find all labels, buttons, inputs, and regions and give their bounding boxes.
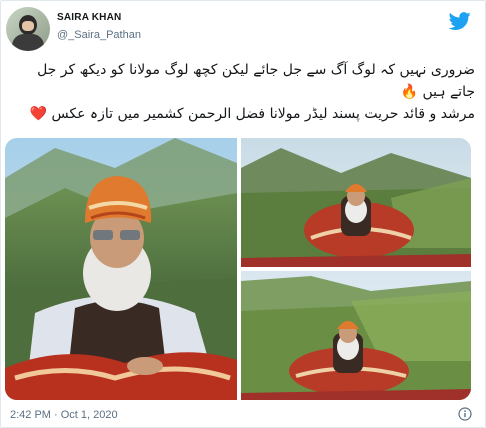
photo-top-right[interactable] (241, 138, 471, 267)
tweet-timestamp[interactable]: 2:42 PM · Oct 1, 2020 (10, 409, 118, 421)
media-grid (5, 138, 471, 400)
avatar[interactable] (6, 7, 50, 51)
tweet-text-line-2: جاتے ہیں 🔥 (400, 84, 475, 100)
photo-bottom-right[interactable] (241, 271, 471, 400)
tweet-text: ضروری نہیں کہ لوگ آگ سے جل جائے لیکن کچھ… (11, 59, 475, 125)
display-name[interactable]: SAIRA KHAN (57, 12, 121, 23)
info-icon[interactable] (458, 407, 472, 421)
tweet-card: SAIRA KHAN @_Saira_Pathan ضروری نہیں کہ … (0, 0, 486, 428)
avatar-face (22, 21, 34, 31)
tweet-text-line-3: مرشد و قائد حریت پسند لیڈر مولانا فضل ال… (29, 106, 475, 122)
avatar-body (12, 34, 44, 51)
photo-main[interactable] (5, 138, 237, 400)
tweet-text-line-1: ضروری نہیں کہ لوگ آگ سے جل جائے لیکن کچھ… (37, 62, 475, 78)
twitter-bird-icon[interactable] (448, 10, 472, 32)
user-handle[interactable]: @_Saira_Pathan (57, 29, 141, 41)
